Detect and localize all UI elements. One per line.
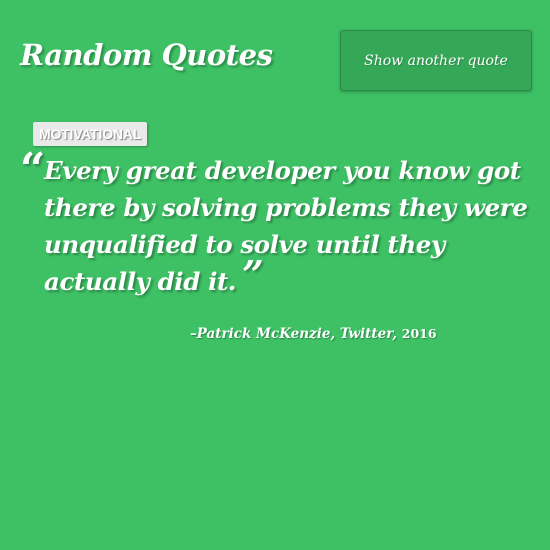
quote-author: Patrick McKenzie <box>196 326 331 342</box>
quote-source: Twitter <box>339 326 393 342</box>
quote-line-2: there by solving problems they were <box>44 193 528 222</box>
quote-line-4-text: actually did it. <box>44 267 237 296</box>
quote-line-3: unqualified to solve until they <box>44 230 445 259</box>
quote-year: 2016 <box>401 326 437 341</box>
app-title: Random Quotes <box>20 38 273 72</box>
show-another-quote-button[interactable]: Show another quote <box>340 30 532 91</box>
open-quote-icon: “ <box>20 144 46 195</box>
quote-attribution: –Patrick McKenzie, Twitter, 2016 <box>190 326 437 342</box>
quote-text: Every great developer you know got there… <box>20 152 528 300</box>
quote-line-4: actually did it.” <box>20 252 520 300</box>
attribution-dash: – <box>190 326 197 342</box>
close-quote-icon: ” <box>242 252 264 297</box>
category-badge: MOTIVATIONAL <box>33 122 148 146</box>
quote-line-1: Every great developer you know got <box>44 156 521 185</box>
attribution-sep-1: , <box>330 326 340 342</box>
quote-container: “ Every great developer you know got the… <box>20 146 528 300</box>
attribution-sep-2: , <box>392 326 402 342</box>
